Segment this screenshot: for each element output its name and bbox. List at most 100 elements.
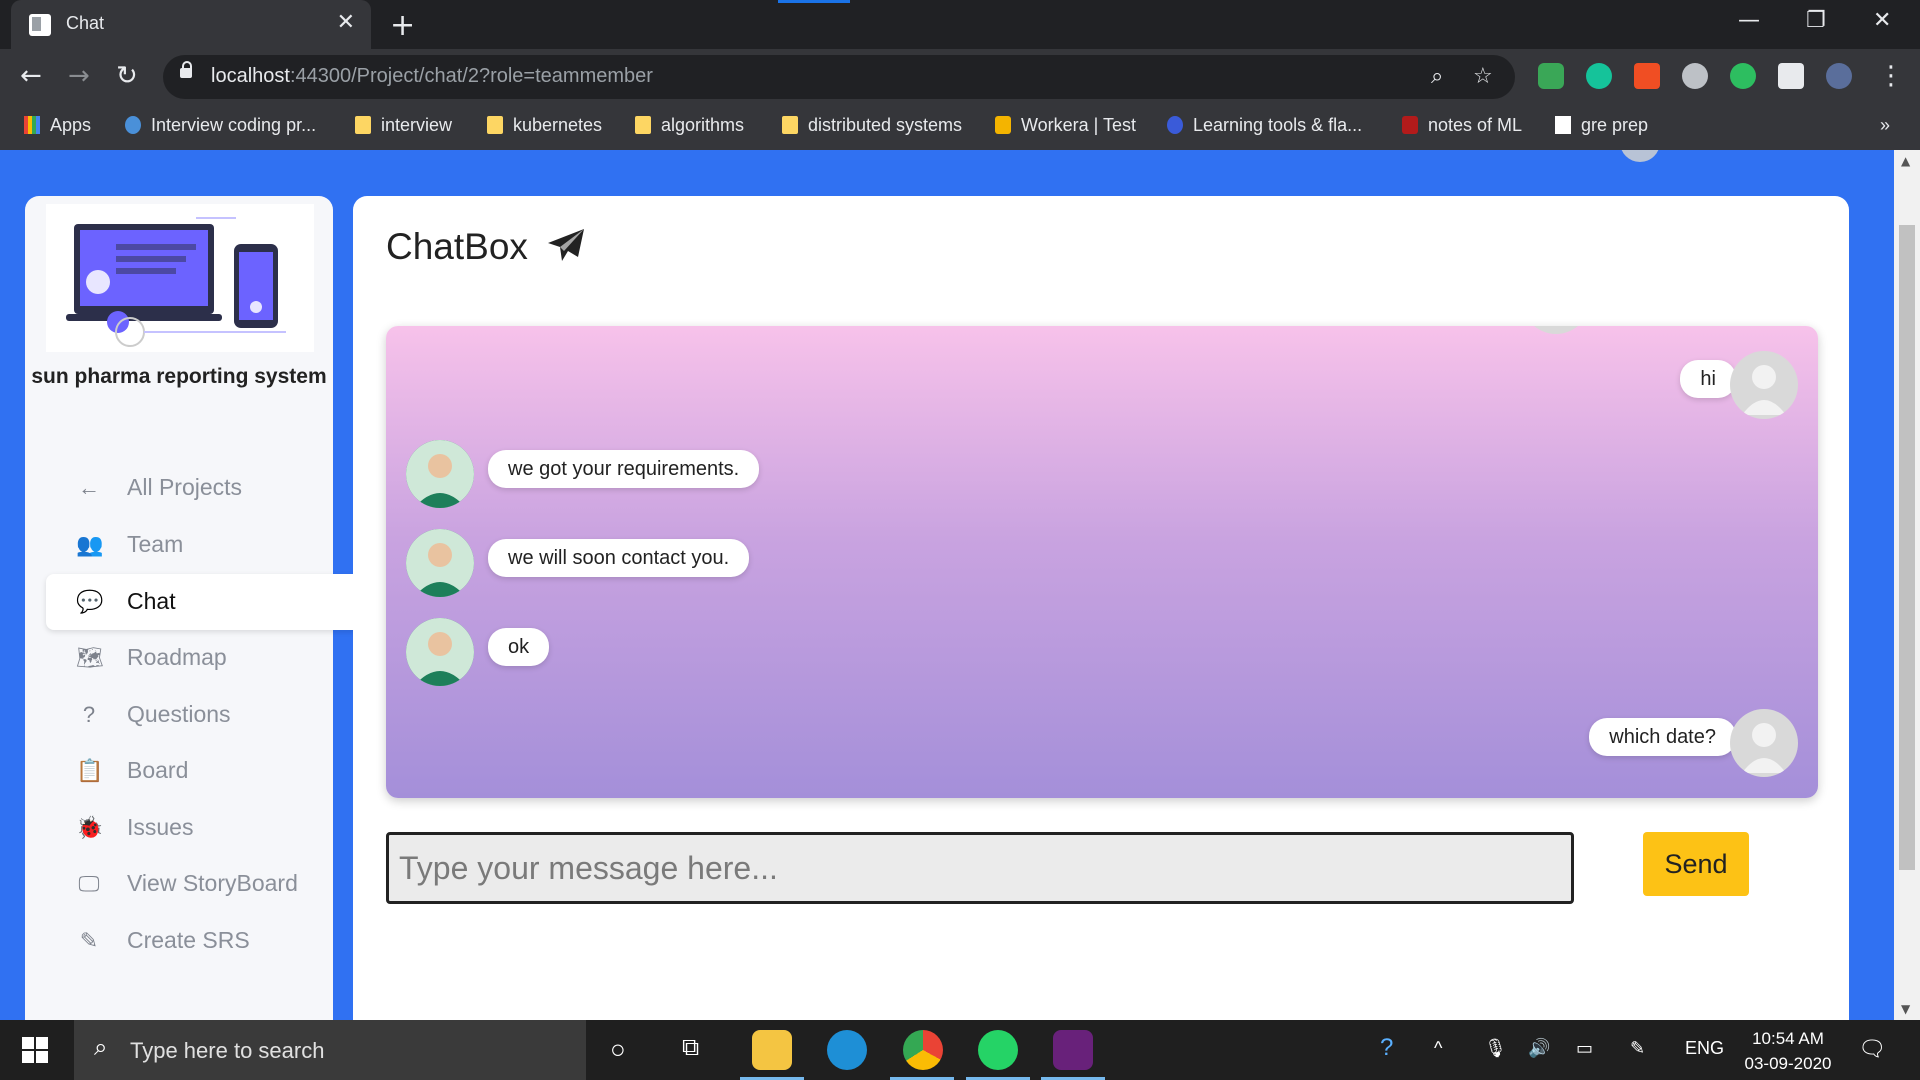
arrow-left-icon: ← — [78, 475, 100, 500]
message-bubble-sent: hi — [1680, 360, 1736, 398]
map-icon: 🗺 — [76, 645, 104, 670]
shield-extension-icon[interactable] — [1538, 63, 1564, 89]
team-member-avatar — [406, 440, 474, 508]
chat-messages-panel[interactable]: hi we got your requirements. we will soo… — [386, 326, 1818, 798]
person-photo-icon — [406, 440, 474, 508]
send-button[interactable]: Send — [1643, 832, 1749, 896]
message-input-wrapper — [386, 832, 1574, 904]
evernote-extension-icon[interactable] — [1730, 63, 1756, 89]
sidebar-item-label: Create SRS — [127, 927, 250, 953]
sidebar-item-label: Roadmap — [127, 644, 227, 670]
new-tab-button[interactable]: + — [390, 8, 415, 43]
task-view-icon[interactable]: ⧉ — [682, 1034, 699, 1062]
team-member-avatar — [406, 618, 474, 686]
sidebar-item-label: Board — [127, 757, 189, 783]
maximize-icon[interactable]: ❐ — [1806, 8, 1826, 33]
chrome-icon[interactable] — [903, 1030, 943, 1070]
sidebar-item-issues[interactable]: 🐞 Issues — [46, 800, 356, 856]
visual-studio-icon[interactable] — [1053, 1030, 1093, 1070]
main-panel: ChatBox hi we got your requirements. we … — [353, 196, 1849, 1020]
sidebar-item-team[interactable]: 👥 Team — [46, 517, 356, 573]
bookmark-learning-tools[interactable]: Learning tools & fla... — [1167, 115, 1362, 136]
bookmark-gre-prep[interactable]: gre prep — [1555, 115, 1648, 136]
menu-dots-icon[interactable]: ⋮ — [1878, 61, 1904, 91]
search-placeholder: Type here to search — [130, 1038, 325, 1063]
bookmark-label: algorithms — [661, 115, 745, 135]
notifications-icon[interactable]: 🗨 — [1858, 1036, 1886, 1062]
file-explorer-icon[interactable] — [752, 1030, 792, 1070]
sidebar-item-roadmap[interactable]: 🗺 Roadmap — [46, 630, 356, 686]
scroll-up-icon[interactable]: ▲ — [1901, 154, 1910, 168]
user-avatar — [1522, 326, 1590, 334]
reload-icon[interactable]: ↻ — [116, 61, 138, 91]
storyboard-icon: 🖵 — [78, 871, 100, 896]
sidebar-item-label: Issues — [127, 814, 194, 840]
bookmark-apps[interactable]: Apps — [24, 115, 91, 136]
bookmark-label: Workera | Test — [1021, 115, 1137, 135]
header-avatar[interactable] — [1620, 150, 1660, 162]
microphone-icon[interactable]: 🎙 — [1484, 1038, 1507, 1059]
window-close-icon[interactable]: ✕ — [1873, 8, 1891, 33]
back-icon[interactable]: ← — [20, 61, 42, 91]
whatsapp-icon[interactable] — [978, 1030, 1018, 1070]
close-tab-icon[interactable]: ✕ — [337, 10, 355, 35]
bookmark-interview[interactable]: interview — [355, 115, 452, 136]
zoom-icon[interactable]: ⌕ — [1431, 64, 1443, 89]
page-scrollbar[interactable]: ▲ ▼ — [1894, 150, 1920, 1020]
bookmarks-bar: Apps Interview coding pr... interview ku… — [0, 105, 1920, 150]
translate-extension-icon[interactable] — [1634, 63, 1660, 89]
sidebar: sun pharma reporting system ← All Projec… — [25, 196, 356, 1020]
sidebar-item-board[interactable]: 📋 Board — [46, 743, 356, 799]
clock-time: 10:54 AM — [1752, 1029, 1824, 1048]
browser-tab[interactable]: Chat ✕ — [11, 0, 371, 49]
sidebar-item-questions[interactable]: ? Questions — [46, 687, 356, 743]
forward-icon[interactable]: → — [68, 61, 90, 91]
bookmarks-more-icon[interactable]: » — [1880, 115, 1890, 136]
user-silhouette-icon — [1742, 723, 1786, 773]
sidebar-item-label: View StoryBoard — [127, 870, 298, 896]
bookmark-star-icon[interactable]: ☆ — [1473, 64, 1493, 89]
url-bar[interactable]: localhost:44300/Project/chat/2?role=team… — [163, 55, 1515, 99]
edge-icon[interactable] — [827, 1030, 867, 1070]
sidebar-item-chat[interactable]: 💬 Chat — [46, 574, 356, 630]
sidebar-item-create-srs[interactable]: ✎ Create SRS — [46, 913, 356, 969]
chevron-up-icon[interactable]: ^ — [1434, 1038, 1442, 1059]
bookmark-label: distributed systems — [808, 115, 963, 135]
cortana-icon[interactable]: ○ — [610, 1034, 626, 1065]
page-content: sun pharma reporting system ← All Projec… — [0, 150, 1894, 1020]
project-illustration — [46, 204, 314, 352]
profile-avatar[interactable] — [1826, 63, 1852, 89]
bookmark-interview-coding[interactable]: Interview coding pr... — [125, 115, 316, 136]
sidebar-item-all-projects[interactable]: ← All Projects — [46, 460, 356, 516]
grammarly-extension-icon[interactable] — [1586, 63, 1612, 89]
puzzle-extension-icon[interactable] — [1778, 63, 1804, 89]
pen-icon[interactable]: ✎ — [1630, 1038, 1645, 1059]
bookmark-kubernetes[interactable]: kubernetes — [487, 115, 602, 136]
folder-icon — [782, 116, 798, 134]
url-host: localhost — [211, 65, 290, 87]
bookmark-notes-of-ml[interactable]: notes of ML — [1402, 115, 1522, 136]
cloud-extension-icon[interactable] — [1682, 63, 1708, 89]
bookmark-algorithms[interactable]: algorithms — [635, 115, 744, 136]
bookmark-distributed-systems[interactable]: distributed systems — [782, 115, 962, 136]
search-icon: ⌕ — [94, 1034, 108, 1061]
speaker-icon[interactable]: 🔊 — [1528, 1038, 1550, 1059]
battery-icon[interactable]: ▭ — [1576, 1038, 1593, 1059]
minimize-icon[interactable]: — — [1738, 8, 1760, 33]
user-avatar — [1730, 709, 1798, 777]
sidebar-item-view-storyboard[interactable]: 🖵 View StoryBoard — [46, 856, 356, 912]
scroll-thumb[interactable] — [1899, 225, 1915, 870]
windows-start-icon[interactable] — [22, 1037, 48, 1063]
taskbar-search[interactable]: ⌕ Type here to search — [74, 1020, 586, 1080]
site-favicon — [995, 116, 1011, 134]
scroll-down-icon[interactable]: ▼ — [1901, 1002, 1910, 1016]
site-favicon — [1167, 116, 1183, 134]
bookmark-workera[interactable]: Workera | Test — [995, 115, 1136, 136]
language-indicator[interactable]: ENG — [1685, 1038, 1724, 1059]
help-icon[interactable]: ? — [1380, 1034, 1393, 1062]
clock[interactable]: 10:54 AM 03-09-2020 — [1738, 1026, 1838, 1076]
url-text[interactable]: localhost:44300/Project/chat/2?role=team… — [211, 65, 653, 88]
tab-title: Chat — [66, 13, 105, 33]
question-circle-icon: ? — [82, 702, 96, 727]
message-input[interactable] — [389, 835, 1571, 901]
